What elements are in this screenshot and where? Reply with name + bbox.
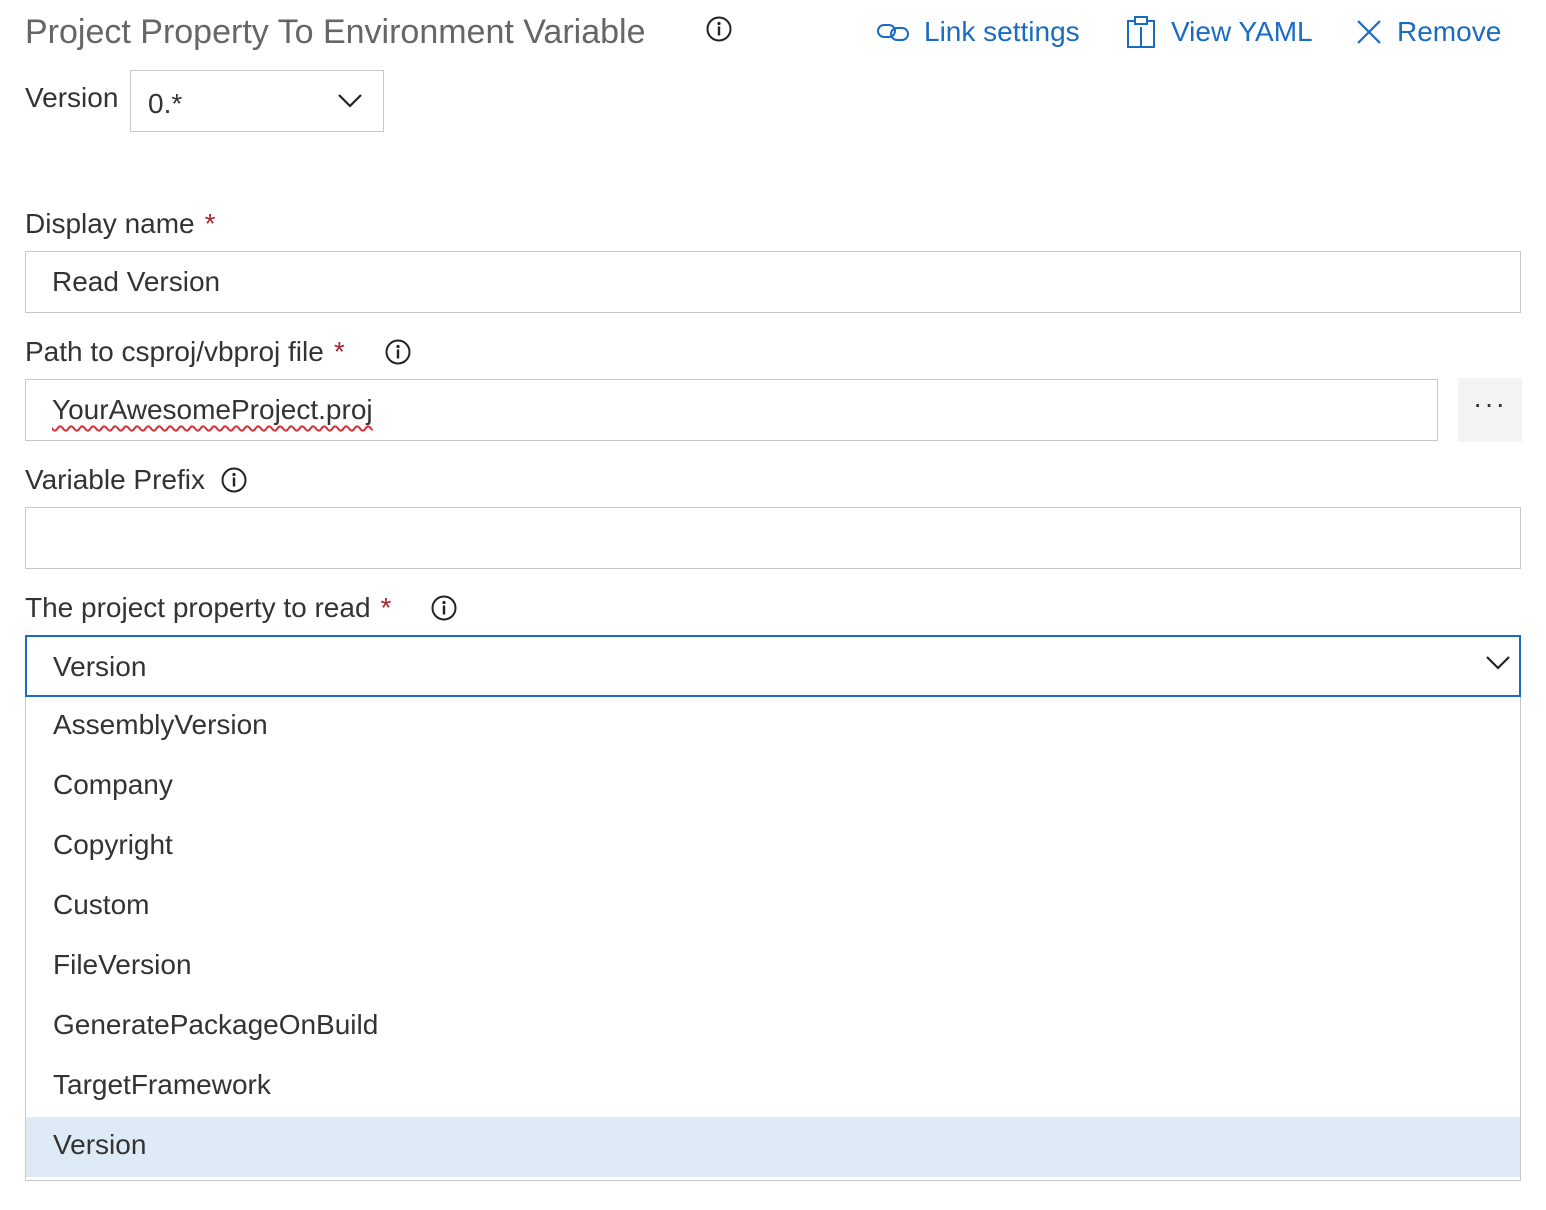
remove-label: Remove [1397,16,1502,47]
display-name-label: Display name * [25,206,216,242]
version-value: 0.* [148,88,183,119]
dropdown-option[interactable]: TargetFramework [26,1057,1520,1117]
chevron-down-icon [338,94,362,108]
dropdown-option[interactable]: AssemblyVersion [26,697,1520,757]
remove-button[interactable]: Remove [1355,10,1501,54]
info-icon[interactable] [221,467,247,493]
dropdown-option[interactable]: Custom [26,877,1520,937]
required-mark: * [333,336,345,367]
path-value: YourAwesomeProject.proj [52,394,373,425]
required-mark: * [380,592,392,623]
dropdown-option[interactable]: FileVersion [26,937,1520,997]
info-icon[interactable] [385,339,411,365]
browse-button[interactable]: ··· [1458,378,1522,442]
property-value: Version [53,651,147,682]
required-mark: * [204,208,216,239]
clipboard-icon [1127,16,1155,48]
property-dropdown-list: AssemblyVersion Company Copyright Custom… [25,697,1521,1181]
dropdown-option[interactable]: Company [26,757,1520,817]
dropdown-option-selected[interactable]: Version [26,1117,1520,1177]
path-input[interactable]: YourAwesomeProject.proj [25,379,1438,441]
dropdown-option[interactable]: Copyright [26,817,1520,877]
property-label: The project property to read * [25,590,457,626]
link-settings-button[interactable]: Link settings [876,10,1080,54]
view-yaml-label: View YAML [1171,16,1313,47]
display-name-input[interactable]: Read Version [25,251,1521,313]
link-icon [877,24,909,41]
info-icon[interactable] [431,595,457,621]
browse-label: ··· [1473,388,1507,419]
info-icon[interactable] [706,16,732,42]
view-yaml-button[interactable]: View YAML [1125,10,1313,54]
link-settings-label: Link settings [924,16,1080,47]
close-icon [1357,20,1381,44]
dropdown-option[interactable]: GeneratePackageOnBuild [26,997,1520,1057]
chevron-down-icon [1486,656,1510,670]
variable-prefix-label: Variable Prefix [25,462,247,498]
page-title: Project Property To Environment Variable [25,13,646,51]
path-label: Path to csproj/vbproj file * [25,334,411,370]
version-select[interactable]: 0.* [130,70,384,132]
display-name-value: Read Version [52,266,221,297]
version-label: Version [25,82,119,113]
variable-prefix-input[interactable] [25,507,1521,569]
property-select[interactable]: Version [25,635,1521,697]
